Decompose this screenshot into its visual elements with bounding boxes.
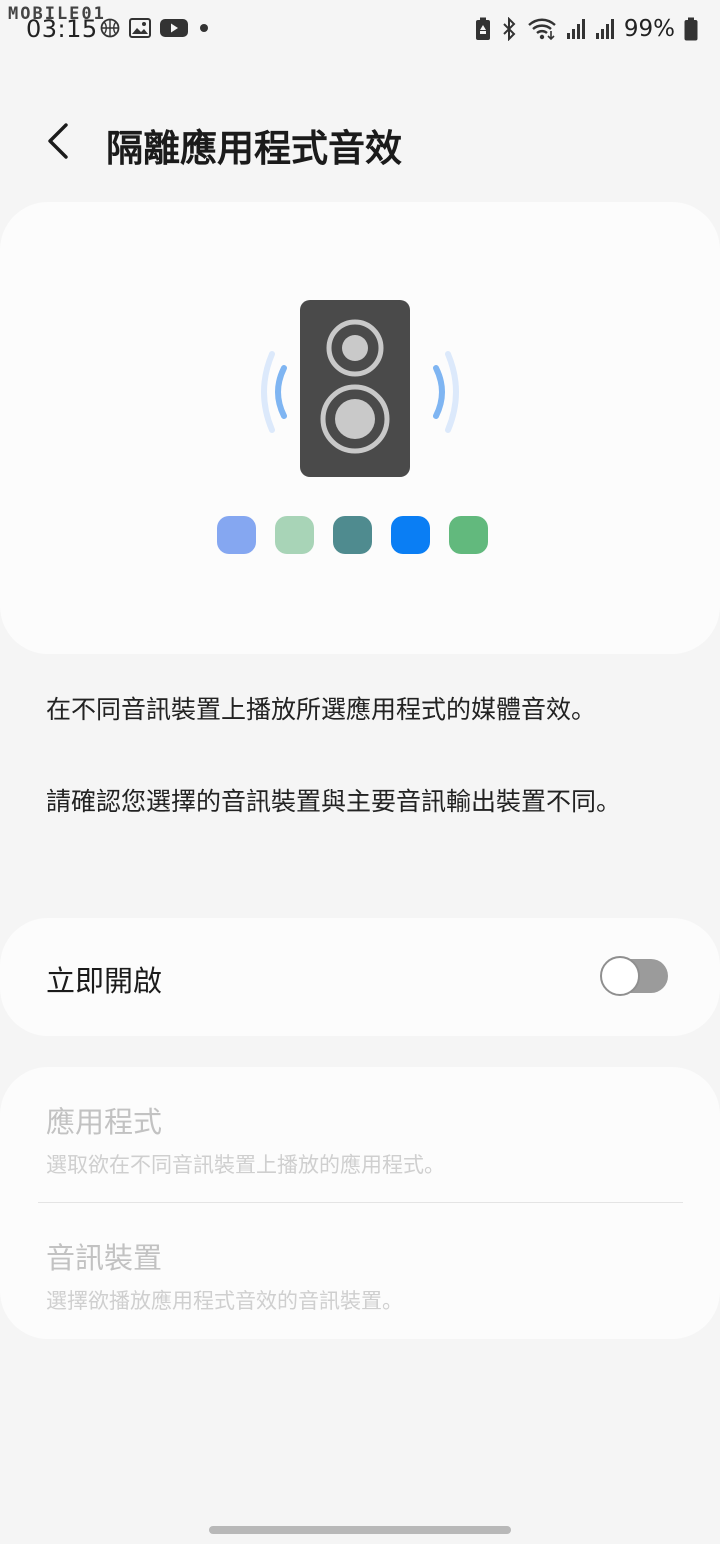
turn-on-now-label: 立即開啟 — [46, 964, 163, 998]
app-header: 隔離應用程式音效 — [0, 100, 720, 190]
speaker-icon — [261, 300, 459, 477]
status-time: 03:15 — [26, 15, 98, 43]
color-swatches — [217, 516, 488, 554]
color-swatch — [391, 516, 430, 554]
signal-icon — [566, 19, 585, 39]
battery-icon — [684, 17, 698, 41]
color-swatch — [449, 516, 488, 554]
youtube-icon — [160, 19, 188, 37]
option-title: 音訊裝置 — [46, 1241, 163, 1275]
battery-saver-icon — [475, 17, 490, 40]
basketball-icon — [100, 18, 120, 38]
wifi-icon — [528, 18, 556, 41]
bluetooth-icon — [503, 17, 516, 41]
option-title: 應用程式 — [46, 1105, 163, 1139]
color-swatch — [275, 516, 314, 554]
signal-icon — [595, 19, 614, 39]
app-selection-item[interactable]: 應用程式 選取欲在不同音訊裝置上播放的應用程式。 — [0, 1067, 720, 1201]
chevron-left-icon — [48, 123, 68, 159]
description-text: 在不同音訊裝置上播放所選應用程式的媒體音效。 — [46, 695, 597, 724]
color-swatch — [333, 516, 372, 554]
back-button[interactable] — [34, 116, 84, 166]
settings-options-card: 應用程式 選取欲在不同音訊裝置上播放的應用程式。 音訊裝置 選擇欲播放應用程式音… — [0, 1067, 720, 1339]
status-system-icons: 99% — [475, 16, 698, 42]
turn-on-now-row[interactable]: 立即開啟 — [0, 918, 720, 1036]
illustration-card — [0, 202, 720, 654]
notification-dot-icon — [200, 24, 208, 32]
home-indicator[interactable] — [209, 1526, 511, 1534]
page-title: 隔離應用程式音效 — [106, 127, 402, 170]
audio-device-item[interactable]: 音訊裝置 選擇欲播放應用程式音效的音訊裝置。 — [0, 1203, 720, 1337]
gallery-icon — [129, 18, 151, 38]
turn-on-now-switch[interactable] — [600, 956, 670, 996]
status-notification-icons — [100, 18, 211, 38]
description-warning-text: 請確認您選擇的音訊裝置與主要音訊輸出裝置不同。 — [46, 787, 622, 816]
option-subtitle: 選擇欲播放應用程式音效的音訊裝置。 — [46, 1289, 403, 1313]
status-bar: MOBILE01 03:15 99% — [0, 0, 720, 64]
battery-percentage: 99% — [623, 16, 675, 42]
switch-knob — [600, 956, 640, 996]
color-swatch — [217, 516, 256, 554]
option-subtitle: 選取欲在不同音訊裝置上播放的應用程式。 — [46, 1153, 445, 1177]
